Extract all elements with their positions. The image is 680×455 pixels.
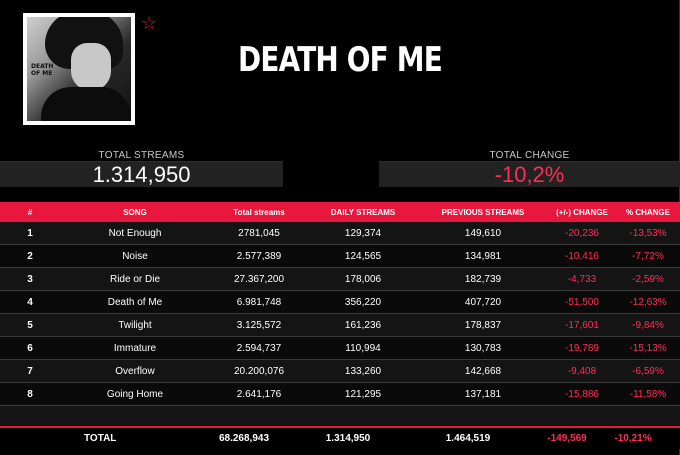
total-change-value: -10,2% <box>379 161 680 187</box>
rank-cell: 7 <box>27 365 33 377</box>
song-cell: Ride or Die <box>109 273 161 285</box>
daily-streams-cell: 110,994 <box>345 342 381 354</box>
header-total-streams: Total streams <box>233 207 285 217</box>
table-row: 8 Going Home 2.641,176 121,295 137,181 -… <box>0 383 680 406</box>
total-streams-sum: 68.268,943 <box>218 433 270 444</box>
total-daily-streams: 1.314,950 <box>325 433 371 444</box>
table-row: 4 Death of Me 6.981,748 356,220 407,720 … <box>0 291 680 314</box>
change-cell: -15,886 <box>565 388 599 400</box>
previous-streams-cell: 142,668 <box>464 365 502 377</box>
total-streams-cell: 2.641,176 <box>236 388 282 400</box>
daily-streams-cell: 129,374 <box>344 227 382 239</box>
table-row: 6 Immature 2.594,737 110,994 130,783 -19… <box>0 337 680 360</box>
song-cell: Going Home <box>106 388 164 400</box>
percent-change-cell: -6,59% <box>632 365 664 377</box>
total-streams-cell: 6.981,748 <box>236 296 282 308</box>
previous-streams-cell: 134,981 <box>464 250 502 262</box>
header-rank: # <box>27 207 33 217</box>
change-cell: -4,733 <box>567 273 597 285</box>
song-cell: Twilight <box>118 319 152 331</box>
rank-cell: 1 <box>27 227 33 239</box>
rank-cell: 6 <box>27 342 33 354</box>
daily-streams-cell: 161,236 <box>344 319 382 331</box>
table-row: 1 Not Enough 2781,045 129,374 149,610 -2… <box>0 222 680 245</box>
percent-change-cell: -9,84% <box>632 319 664 331</box>
table-row: 3 Ride or Die 27.367,200 178,006 182,739… <box>0 268 680 291</box>
percent-change-cell: -13,53% <box>629 227 667 239</box>
total-streams-cell: 2.594,737 <box>236 342 282 354</box>
total-streams-label: TOTAL STREAMS <box>98 150 185 161</box>
table-row: 5 Twilight 3.125,572 161,236 178,837 -17… <box>0 314 680 337</box>
total-streams-cell: 2781,045 <box>238 227 280 239</box>
table-row: 7 Overflow 20.200,076 133,260 142,668 -9… <box>0 360 680 383</box>
change-cell: -20,236 <box>565 227 599 239</box>
song-cell: Death of Me <box>107 296 163 308</box>
header-previous-streams: PREVIOUS STREAMS <box>441 207 525 217</box>
percent-change-cell: -2,59% <box>632 273 664 285</box>
change-cell: -51,500 <box>565 296 599 308</box>
previous-streams-cell: 137,181 <box>464 388 502 400</box>
rank-cell: 8 <box>27 388 33 400</box>
total-streams-cell: 3.125,572 <box>236 319 282 331</box>
dashboard: DEATH OF ME ☆ DEATH OF ME TOTAL STREAMS … <box>0 0 680 455</box>
table-header: # SONG Total streams DAILY STREAMS PREVI… <box>0 202 680 222</box>
change-cell: -10,416 <box>565 250 599 262</box>
rank-cell: 3 <box>27 273 33 285</box>
previous-streams-cell: 130,783 <box>464 342 502 354</box>
header-song: SONG <box>123 207 147 217</box>
change-cell: -17,601 <box>565 319 599 331</box>
daily-streams-cell: 178,006 <box>344 273 382 285</box>
total-change: -149,569 <box>547 433 587 444</box>
daily-streams-cell: 121,295 <box>344 388 382 400</box>
total-streams-cell: 2.577,389 <box>236 250 282 262</box>
percent-change-cell: -7,72% <box>632 250 664 262</box>
table-row: 2 Noise 2.577,389 124,565 134,981 -10,41… <box>0 245 680 268</box>
daily-streams-cell: 133,260 <box>344 365 382 377</box>
song-cell: Noise <box>122 250 148 262</box>
change-cell: -9,408 <box>567 365 597 377</box>
total-streams-cell: 27.367,200 <box>233 273 285 285</box>
previous-streams-cell: 149,610 <box>464 227 502 239</box>
album-cover-text: DEATH OF ME <box>31 63 54 77</box>
song-cell: Immature <box>113 342 157 354</box>
star-icon: ☆ <box>141 13 158 33</box>
daily-streams-cell: 356,220 <box>344 296 382 308</box>
previous-streams-cell: 182,739 <box>464 273 502 285</box>
song-cell: Not Enough <box>108 227 162 239</box>
total-streams-cell: 20.200,076 <box>233 365 285 377</box>
total-percent-change: -10,21% <box>614 433 652 444</box>
rank-cell: 4 <box>27 296 33 308</box>
total-previous-streams: 1.464,519 <box>445 433 491 444</box>
table-spacer-row <box>0 406 680 428</box>
total-row: TOTAL 68.268,943 1.314,950 1.464,519 -14… <box>0 428 680 449</box>
header-percent-change: % CHANGE <box>625 207 670 217</box>
header-daily-streams: DAILY STREAMS <box>330 207 396 217</box>
daily-streams-cell: 124,565 <box>344 250 382 262</box>
change-cell: -19,789 <box>565 342 599 354</box>
previous-streams-cell: 178,837 <box>464 319 502 331</box>
total-label: TOTAL <box>84 433 117 444</box>
percent-change-cell: -15,13% <box>629 342 667 354</box>
page-title: DEATH OF ME <box>238 40 443 80</box>
total-streams-value: 1.314,950 <box>0 161 283 187</box>
streams-table: # SONG Total streams DAILY STREAMS PREVI… <box>0 202 680 449</box>
previous-streams-cell: 407,720 <box>464 296 502 308</box>
rank-cell: 5 <box>27 319 33 331</box>
percent-change-cell: -11,58% <box>629 388 667 400</box>
header-change: (+/-) CHANGE <box>556 207 608 217</box>
percent-change-cell: -12,63% <box>629 296 667 308</box>
song-cell: Overflow <box>115 365 155 377</box>
rank-cell: 2 <box>27 250 33 262</box>
total-change-label: TOTAL CHANGE <box>489 150 570 161</box>
